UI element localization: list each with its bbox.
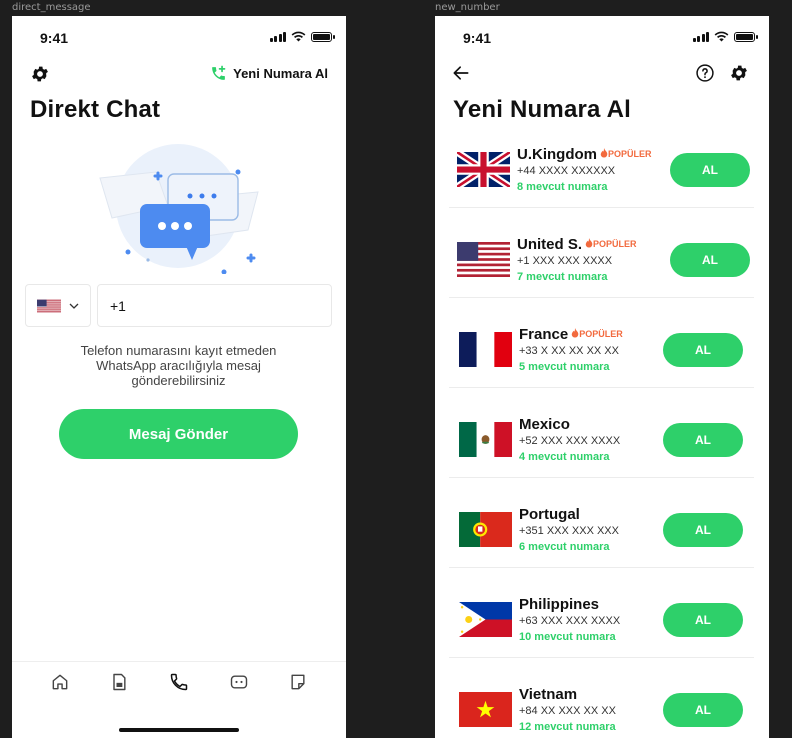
chat-bot-icon: [230, 675, 247, 689]
country-row-vietnam: Vietnam +84 XX XXX XX XX 12 mevcut numar…: [449, 658, 754, 738]
us-flag-icon: [37, 299, 61, 312]
status-time: 9:41: [463, 30, 492, 46]
country-row-philippines: Philippines +63 XXX XXX XXXX 10 mevcut n…: [449, 568, 754, 658]
tab-bot[interactable]: [222, 662, 256, 702]
country-name: Philippines: [519, 596, 600, 613]
status-icons: [269, 31, 335, 42]
available-count: 10 mevcut numara: [519, 631, 616, 643]
buy-button[interactable]: AL: [663, 603, 743, 637]
country-name: U.Kingdom POPÜLER: [517, 146, 652, 163]
tab-notes[interactable]: [281, 662, 315, 702]
page-title: Direkt Chat: [30, 96, 161, 123]
country-name: Portugal: [519, 506, 580, 523]
settings-gear-icon[interactable]: [30, 64, 50, 84]
flame-icon: [571, 328, 579, 338]
battery-icon: [734, 31, 758, 42]
phone-plus-icon: [212, 65, 226, 80]
home-indicator: [119, 728, 239, 732]
help-icon[interactable]: [695, 63, 715, 83]
frame-label-right: new_number: [435, 2, 500, 13]
tab-calls[interactable]: [162, 662, 196, 702]
vietnam-flag-icon: [459, 692, 512, 727]
available-count: 8 mevcut numara: [517, 181, 608, 193]
buy-button[interactable]: AL: [663, 693, 743, 727]
country-row-mexico: Mexico +52 XXX XXX XXXX 4 mevcut numara …: [449, 388, 754, 478]
description-text: Telefon numarasını kayıt etmeden WhatsAp…: [80, 343, 277, 388]
status-time: 9:41: [40, 30, 69, 46]
wifi-icon: [291, 31, 306, 42]
signal-icon: [692, 31, 709, 42]
buy-button[interactable]: AL: [670, 243, 750, 277]
france-flag-icon: [459, 332, 512, 367]
country-name: France POPÜLER: [519, 326, 623, 343]
wifi-icon: [714, 31, 729, 42]
buy-button[interactable]: AL: [663, 513, 743, 547]
buy-button[interactable]: AL: [670, 153, 750, 187]
popular-badge: POPÜLER: [585, 238, 637, 249]
flame-icon: [600, 148, 608, 158]
get-new-number-label: Yeni Numara Al: [233, 66, 328, 81]
country-row-france: France POPÜLER +33 X XX XX XX XX 5 mevcut…: [449, 298, 754, 388]
country-row-us: United S. POPÜLER +1 XXX XXX XXXX 7 mevcu…: [449, 208, 754, 298]
popular-badge: POPÜLER: [600, 148, 652, 159]
mexico-flag-icon: [459, 422, 512, 457]
back-arrow-icon[interactable]: [451, 63, 471, 83]
battery-icon: [311, 31, 335, 42]
number-format: +84 XX XXX XX XX: [519, 705, 616, 717]
note-icon: [291, 674, 305, 690]
available-count: 12 mevcut numara: [519, 721, 616, 733]
phone-number-input[interactable]: +1: [97, 284, 332, 327]
available-count: 6 mevcut numara: [519, 541, 610, 553]
uk-flag-icon: [457, 152, 510, 187]
number-format: +33 X XX XX XX XX: [519, 345, 619, 357]
home-icon: [52, 674, 68, 690]
country-name: Vietnam: [519, 686, 578, 703]
settings-gear-icon[interactable]: [729, 63, 749, 83]
country-row-uk: U.Kingdom POPÜLER +44 XXXX XXXXXX 8 mevcu…: [449, 118, 754, 208]
philippines-flag-icon: [459, 602, 512, 637]
number-format: +52 XXX XXX XXXX: [519, 435, 621, 447]
chat-bubbles-illustration: [99, 144, 259, 274]
us-flag-icon: [457, 242, 510, 277]
direct-chat-screen: 9:41 Yeni Numara Al Direkt Chat +1 Telef…: [12, 16, 346, 738]
new-number-screen: 9:41 Yeni Numara Al U.Kingdom POPÜLER +44…: [435, 16, 769, 738]
tab-home[interactable]: [43, 662, 77, 702]
country-selector[interactable]: [25, 284, 91, 327]
available-count: 4 mevcut numara: [519, 451, 610, 463]
bottom-tab-bar: [12, 661, 346, 738]
country-name: United S. POPÜLER: [517, 236, 637, 253]
number-format: +63 XXX XXX XXXX: [519, 615, 621, 627]
popular-badge: POPÜLER: [571, 328, 623, 339]
portugal-flag-icon: [459, 512, 512, 547]
country-row-portugal: Portugal +351 XXX XXX XXX 6 mevcut numar…: [449, 478, 754, 568]
status-icons: [692, 31, 758, 42]
number-format: +44 XXXX XXXXXX: [517, 165, 616, 177]
chevron-down-icon: [69, 303, 79, 309]
phone-icon: [170, 673, 188, 691]
signal-icon: [269, 31, 286, 42]
buy-button[interactable]: AL: [663, 333, 743, 367]
available-count: 5 mevcut numara: [519, 361, 610, 373]
flame-icon: [585, 238, 593, 248]
number-format: +1 XXX XXX XXXX: [517, 255, 613, 267]
country-name: Mexico: [519, 416, 570, 433]
get-new-number-link[interactable]: Yeni Numara Al: [210, 65, 328, 82]
available-count: 7 mevcut numara: [517, 271, 608, 283]
sim-card-icon: [113, 673, 126, 691]
frame-label-left: direct_message: [12, 2, 91, 13]
buy-button[interactable]: AL: [663, 423, 743, 457]
number-format: +351 XXX XXX XXX: [519, 525, 619, 537]
tab-sim[interactable]: [102, 662, 136, 702]
send-message-button[interactable]: Mesaj Gönder: [59, 409, 298, 459]
